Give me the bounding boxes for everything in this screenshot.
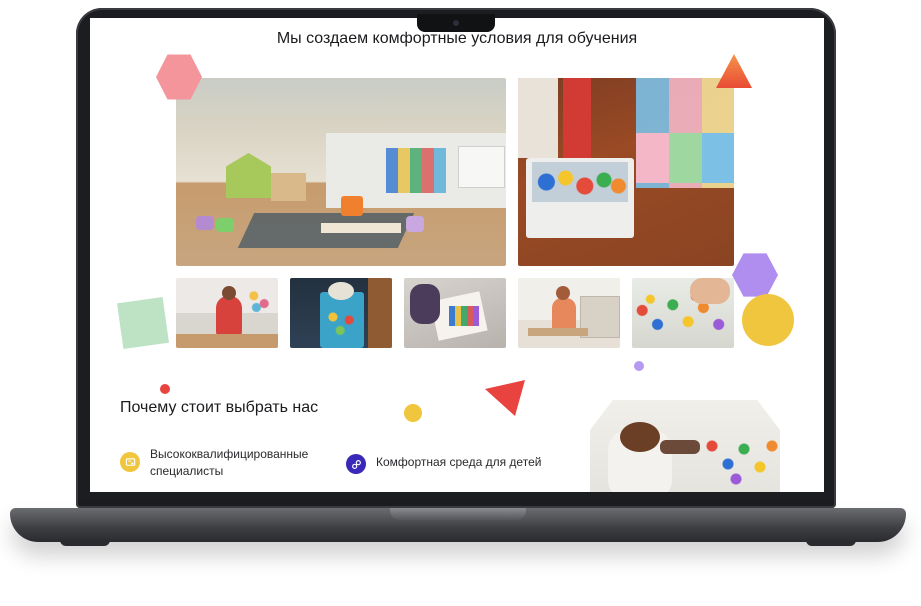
child-at-table-photo[interactable] — [518, 278, 620, 348]
link-icon — [346, 454, 366, 474]
camera-notch — [417, 14, 495, 32]
building-blocks-photo[interactable] — [632, 278, 734, 348]
laptop-screen: Мы создаем комфортные условия для обучен… — [90, 18, 824, 492]
why-us-heading: Почему стоит выбрать нас — [120, 399, 319, 416]
educational-toy-photo[interactable] — [290, 278, 392, 348]
decor-dot-red — [160, 384, 170, 394]
laptop-foot-left — [60, 540, 110, 546]
decor-hexagon-purple — [732, 253, 778, 297]
page-title: Мы создаем комфортные условия для обучен… — [276, 30, 638, 47]
feature-comfortable-environment: Комфортная среда для детей — [346, 454, 566, 474]
child-playing-photo[interactable] — [590, 400, 780, 492]
child-with-toy-photo[interactable] — [176, 278, 278, 348]
decor-triangle-orange — [716, 54, 752, 88]
decor-circle-yellow — [742, 294, 794, 346]
classroom-photo[interactable] — [176, 78, 506, 266]
laptop-foot-right — [806, 540, 856, 546]
decor-dot-purple — [634, 361, 644, 371]
laptop-base — [10, 508, 906, 542]
decor-square-green — [117, 297, 169, 349]
drawing-photo[interactable] — [404, 278, 506, 348]
feature-label: Высококвалифицированные специалисты — [150, 447, 309, 478]
certificate-icon — [120, 452, 140, 472]
feature-label: Комфортная среда для детей — [376, 455, 542, 469]
playroom-photo[interactable] — [518, 78, 734, 266]
decor-dot-yellow — [404, 404, 422, 422]
laptop-mockup: Мы создаем комфортные условия для обучен… — [0, 0, 921, 606]
decor-triangle-red — [485, 380, 525, 416]
feature-qualified-specialists: Высококвалифицированные специалисты — [120, 446, 330, 480]
